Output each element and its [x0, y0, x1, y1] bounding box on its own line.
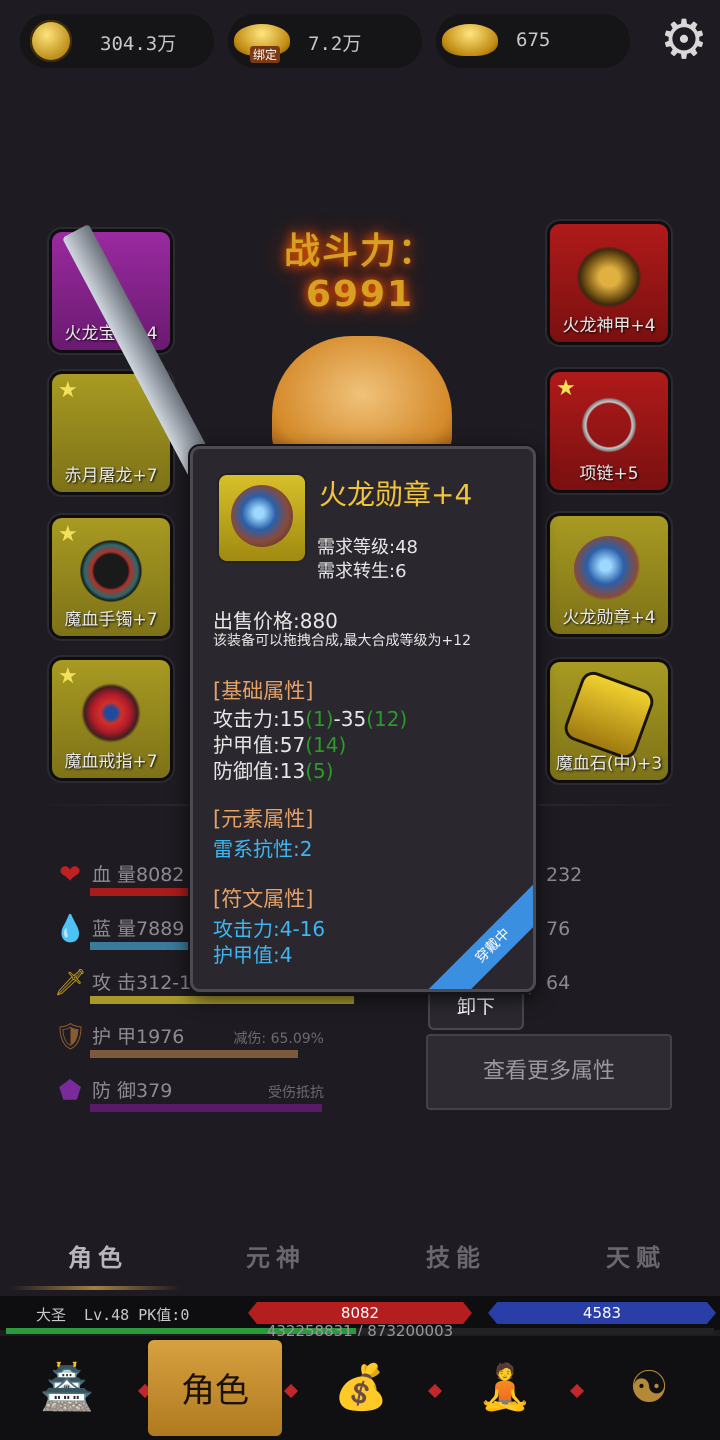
attack-min: 攻击力:15: [213, 707, 306, 731]
attack-min-bonus: (1): [305, 707, 334, 731]
bound-tag: 绑定: [250, 46, 281, 63]
damage-reduction-text: 减伤: 65.09%: [233, 1031, 324, 1047]
gold-ingot-icon: [442, 24, 498, 56]
nav-character-button[interactable]: 角色: [148, 1340, 282, 1436]
copper-coin-icon: [30, 20, 72, 62]
merge-note: 该装备可以拖拽合成,最大合成等级为+12: [213, 633, 471, 649]
slot-label: 火龙勋章+4: [562, 608, 656, 628]
medal-icon: [231, 485, 293, 547]
right-stat-2: 76: [546, 918, 571, 940]
slot-label: 魔血手镯+7: [64, 610, 158, 630]
ingot-currency: 675: [436, 14, 630, 68]
necklace-icon: [574, 392, 644, 458]
bracelet-icon: [76, 538, 146, 604]
stat-armor: 🛡 护 甲1976 减伤: 65.09%: [54, 1018, 334, 1058]
equip-slot-gem[interactable]: 魔血石(中)+3: [550, 662, 668, 780]
star-icon: ★: [58, 664, 78, 689]
bound-ingot-currency: 绑定 7.2万: [228, 14, 422, 68]
armor-bonus: (14): [305, 733, 347, 757]
equip-slot-medal[interactable]: 火龙勋章+4: [550, 516, 668, 634]
defense-value: 防御值:13: [213, 759, 306, 783]
stat-label: 血 量8082: [92, 864, 185, 886]
sword-icon: 🗡: [54, 968, 88, 998]
rune-attack: 攻击力:4-16: [213, 917, 326, 941]
star-icon: ★: [556, 376, 576, 401]
equip-slot-bracelet[interactable]: ★ 魔血手镯+7: [52, 518, 170, 636]
nav-meditation-icon[interactable]: 🧘: [438, 1340, 572, 1436]
bound-ingot-amount: 7.2万: [308, 33, 362, 55]
active-tab-indicator: [10, 1286, 180, 1290]
slot-label: 项链+5: [579, 464, 639, 484]
slot-label: 火龙神甲+4: [562, 316, 656, 336]
stat-label: 防 御379: [92, 1080, 173, 1102]
element-attr-title: [元素属性]: [213, 807, 314, 831]
slot-label: 魔血戒指+7: [64, 752, 158, 772]
medal-icon: [574, 536, 644, 602]
star-icon: ★: [58, 522, 78, 547]
defense-bar: [90, 1104, 322, 1112]
stat-defense: ⬟ 防 御379 受伤抵抗: [54, 1072, 334, 1112]
combat-power: 战斗力：6991: [283, 231, 436, 315]
slot-label: 魔血石(中)+3: [555, 754, 663, 774]
required-level: 需求等级:48: [317, 537, 418, 558]
settings-gear-icon[interactable]: ⚙: [656, 12, 712, 68]
nav-city-gate-icon[interactable]: 🏯: [0, 1340, 134, 1436]
water-drop-icon: 💧: [54, 914, 87, 944]
tab-skills[interactable]: 技能: [426, 1238, 486, 1273]
right-stat-1: 232: [546, 864, 583, 886]
nav-money-bag-icon[interactable]: 💰: [294, 1340, 428, 1436]
equip-slot-necklace[interactable]: ★ 项链+5: [550, 372, 668, 490]
shield-icon: 🛡: [54, 1022, 88, 1052]
ring-icon: [76, 680, 146, 746]
tab-spirit[interactable]: 元神: [246, 1238, 306, 1273]
thunder-resist: 雷系抗性:2: [213, 837, 313, 861]
stat-label: 攻 击312-1: [92, 972, 192, 994]
star-icon: ★: [58, 378, 78, 403]
heart-icon: ❤: [59, 860, 81, 890]
item-icon: [219, 475, 305, 561]
base-attr-title: [基础属性]: [213, 679, 314, 703]
armor-line: 护甲值:57(14): [213, 729, 346, 758]
coin-currency: 304.3万: [20, 14, 214, 68]
blood-stone-icon: [564, 672, 654, 758]
stat-label: 护 甲1976: [92, 1026, 185, 1048]
defense-shield-icon: ⬟: [58, 1076, 82, 1106]
tab-talent[interactable]: 天赋: [606, 1238, 666, 1273]
nav-character-label: 角色: [181, 1371, 249, 1411]
ingot-amount: 675: [516, 29, 551, 51]
equip-slot-ring[interactable]: ★ 魔血戒指+7: [52, 660, 170, 778]
equip-slot-armor[interactable]: 火龙神甲+4: [550, 224, 668, 342]
defense-bonus: (5): [305, 759, 334, 783]
coin-amount: 304.3万: [100, 33, 177, 55]
armor-icon: [574, 244, 644, 310]
rune-attr-title: [符文属性]: [213, 887, 314, 911]
required-rebirth: 需求转生:6: [317, 561, 407, 582]
attack-max: -35: [333, 707, 367, 731]
hp-value: 8082: [340, 1304, 380, 1322]
slot-label: 赤月屠龙+7: [64, 466, 158, 486]
attack-line: 攻击力:15(1)-35(12): [213, 703, 407, 732]
nav-yinyang-icon[interactable]: ☯: [582, 1340, 716, 1436]
rune-armor: 护甲值:4: [213, 943, 293, 967]
armor-bar: [90, 1050, 298, 1058]
view-more-stats-button[interactable]: 查看更多属性: [426, 1034, 672, 1110]
damage-resist-text: 受伤抵抗: [268, 1085, 324, 1101]
stat-label: 蓝 量7889: [92, 918, 185, 940]
item-tooltip: 火龙勋章+4 需求等级:48 需求转生:6 出售价格:880 该装备可以拖拽合成…: [190, 446, 536, 992]
mp-value: 4583: [582, 1304, 622, 1322]
attack-bar: [90, 996, 354, 1004]
defense-line: 防御值:13(5): [213, 755, 334, 784]
attack-max-bonus: (12): [366, 707, 408, 731]
item-name: 火龙勋章+4: [319, 478, 473, 511]
tab-character[interactable]: 角色: [68, 1238, 128, 1273]
right-stat-3: 64: [546, 972, 571, 994]
equipped-ribbon: 穿戴中: [425, 878, 533, 989]
armor-value: 护甲值:57: [213, 733, 306, 757]
player-name-level: 大圣 Lv.48 PK值:0: [36, 1306, 190, 1324]
